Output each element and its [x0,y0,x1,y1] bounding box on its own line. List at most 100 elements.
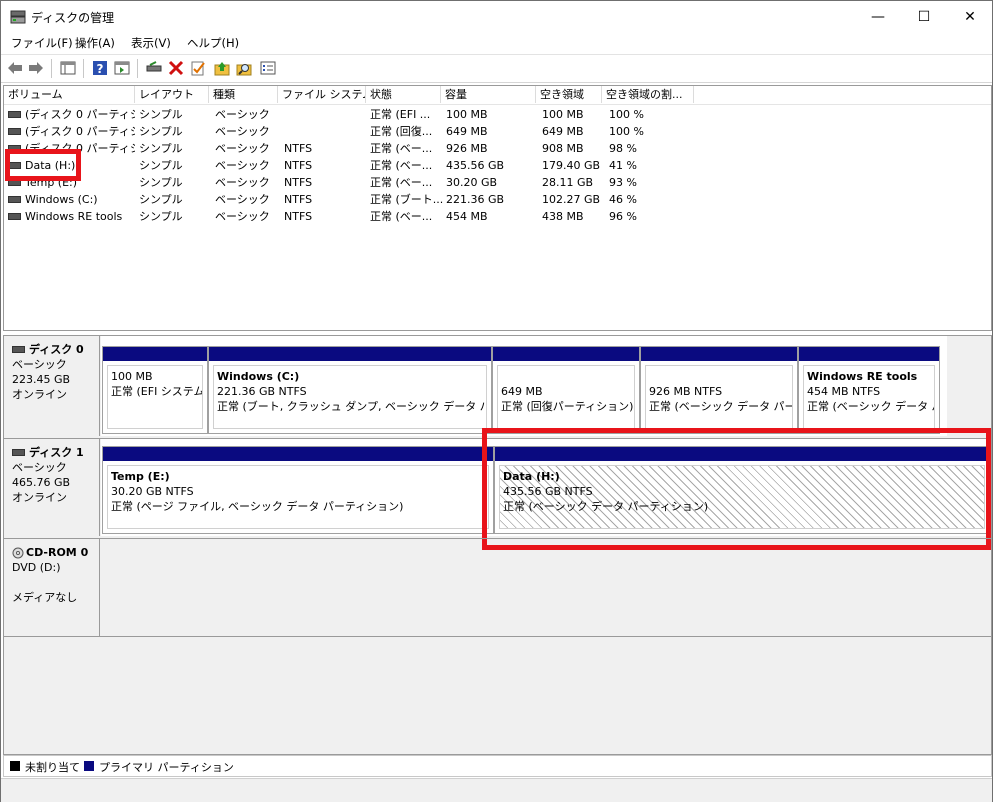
menu-help[interactable]: ヘルプ(H) [187,35,239,51]
col-free-space[interactable]: 空き領域 [536,86,602,103]
cdrom-0-label[interactable]: CD-ROM 0 DVD (D:) メディアなし [4,539,100,636]
minimize-button[interactable]: — [855,1,901,32]
free-percent-cell: 100 % [609,108,644,121]
highlight-box [5,149,81,181]
properties-icon[interactable] [189,59,207,77]
drive-icon [8,127,21,135]
partition-recovery[interactable]: 649 MB 正常 (回復パーティション) [492,346,640,434]
table-row[interactable]: Data (H:) シンプル ベーシック NTFS 正常 (ベー... 435.… [4,157,991,174]
status-bar [1,778,992,802]
free-percent-cell: 46 % [609,193,637,206]
list-view-icon[interactable] [259,59,277,77]
free-space-cell: 649 MB [542,125,584,138]
volume-list-pane[interactable]: ボリューム レイアウト 種類 ファイル システム 状態 容量 空き領域 空き領域… [3,85,992,331]
drive-icon [8,110,21,118]
free-space-cell: 100 MB [542,108,584,121]
volume-name: Windows RE tools [25,210,123,223]
status-cell: 正常 (ベー... [370,159,433,172]
free-percent-cell: 41 % [609,159,637,172]
free-space-cell: 102.27 GB [542,193,601,206]
connect-drive-icon[interactable] [145,59,163,77]
col-layout[interactable]: レイアウト [135,86,209,103]
menu-file[interactable]: ファイル(F) [11,35,73,51]
unallocated-swatch [10,761,20,771]
filesystem-cell: NTFS [284,142,313,155]
console-tree-icon[interactable] [59,59,77,77]
type-cell: ベーシック [215,210,270,223]
capacity-cell: 100 MB [446,108,488,121]
legend-primary: プライマリ パーティション [99,761,234,774]
partition-temp-e[interactable]: Temp (E:) 30.20 GB NTFS 正常 (ページ ファイル, ベー… [102,446,494,534]
status-cell: 正常 (ブート... [370,193,444,206]
help-icon[interactable]: ? [91,59,109,77]
partition-windows-c[interactable]: Windows (C:) 221.36 GB NTFS 正常 (ブート, クラッ… [208,346,492,434]
legend-unallocated: 未割り当て [25,761,80,774]
layout-cell: シンプル [139,125,183,138]
free-percent-cell: 98 % [609,142,637,155]
delete-icon[interactable] [167,59,185,77]
table-row[interactable]: (ディスク 0 パーティシ... シンプル ベーシック 正常 (EFI ... … [4,106,991,123]
forward-arrow-icon[interactable] [27,59,45,77]
capacity-cell: 30.20 GB [446,176,498,189]
search-folder-icon[interactable] [235,59,253,77]
layout-cell: シンプル [139,108,183,121]
col-filesystem[interactable]: ファイル システム [278,86,366,103]
volume-list-header: ボリューム レイアウト 種類 ファイル システム 状態 容量 空き領域 空き領域… [4,86,991,105]
disk-icon [12,448,25,456]
menu-action[interactable]: 操作(A) [75,35,115,51]
toolbar: ? [1,54,992,83]
table-row[interactable]: Temp (E:) シンプル ベーシック NTFS 正常 (ベー... 30.2… [4,174,991,191]
table-row[interactable]: (ディスク 0 パーティシ... シンプル ベーシック 正常 (回復... 64… [4,123,991,140]
filesystem-cell: NTFS [284,176,313,189]
partition-efi[interactable]: 100 MB 正常 (EFI システム [102,346,208,434]
disk-icon [12,345,25,353]
status-cell: 正常 (ベー... [370,142,433,155]
partition-windows-re-tools[interactable]: Windows RE tools 454 MB NTFS 正常 (ベーシック デ… [798,346,940,434]
close-button[interactable]: ✕ [947,1,993,32]
svg-text:?: ? [97,62,104,76]
col-capacity[interactable]: 容量 [441,86,536,103]
upload-folder-icon[interactable] [213,59,231,77]
maximize-button[interactable]: ☐ [901,1,947,32]
status-cell: 正常 (回復... [370,125,433,138]
table-row[interactable]: Windows RE tools シンプル ベーシック NTFS 正常 (ベー.… [4,208,991,225]
type-cell: ベーシック [215,108,270,121]
disk-1-label[interactable]: ディスク 1 ベーシック 465.76 GB オンライン [4,439,100,536]
back-arrow-icon[interactable] [6,59,24,77]
capacity-cell: 435.56 GB [446,159,505,172]
layout-cell: シンプル [139,159,183,172]
menu-view[interactable]: 表示(V) [131,35,171,51]
col-free-percent[interactable]: 空き領域の割... [602,86,694,103]
highlight-box [482,428,991,550]
status-cell: 正常 (ベー... [370,176,433,189]
layout-cell: シンプル [139,210,183,223]
type-cell: ベーシック [215,193,270,206]
layout-cell: シンプル [139,193,183,206]
type-cell: ベーシック [215,159,270,172]
capacity-cell: 649 MB [446,125,488,138]
free-space-cell: 908 MB [542,142,584,155]
free-percent-cell: 93 % [609,176,637,189]
disk-layout-pane[interactable]: ディスク 0 ベーシック 223.45 GB オンライン 100 MB 正常 (… [3,335,992,755]
partition-926mb[interactable]: 926 MB NTFS 正常 (ベーシック データ パーティ [640,346,798,434]
primary-swatch [84,761,94,771]
status-cell: 正常 (ベー... [370,210,433,223]
table-row[interactable]: (ディスク 0 パーティシ... シンプル ベーシック NTFS 正常 (ベー.… [4,140,991,157]
col-type[interactable]: 種類 [209,86,278,103]
status-cell: 正常 (EFI ... [370,108,431,121]
capacity-cell: 454 MB [446,210,488,223]
table-row[interactable]: Windows (C:) シンプル ベーシック NTFS 正常 (ブート... … [4,191,991,208]
col-volume[interactable]: ボリューム [4,86,135,103]
col-status[interactable]: 状態 [366,86,441,103]
free-percent-cell: 96 % [609,210,637,223]
type-cell: ベーシック [215,125,270,138]
disk-management-app-icon [10,10,26,24]
free-space-cell: 438 MB [542,210,584,223]
disk-0-label[interactable]: ディスク 0 ベーシック 223.45 GB オンライン [4,336,100,436]
menu-bar: ファイル(F) 操作(A) 表示(V) ヘルプ(H) [1,32,992,53]
filesystem-cell: NTFS [284,159,313,172]
action-pane-icon[interactable] [113,59,131,77]
disk-management-window: ディスクの管理 — ☐ ✕ ファイル(F) 操作(A) 表示(V) ヘルプ(H)… [0,0,993,802]
capacity-cell: 221.36 GB [446,193,505,206]
layout-cell: シンプル [139,142,183,155]
